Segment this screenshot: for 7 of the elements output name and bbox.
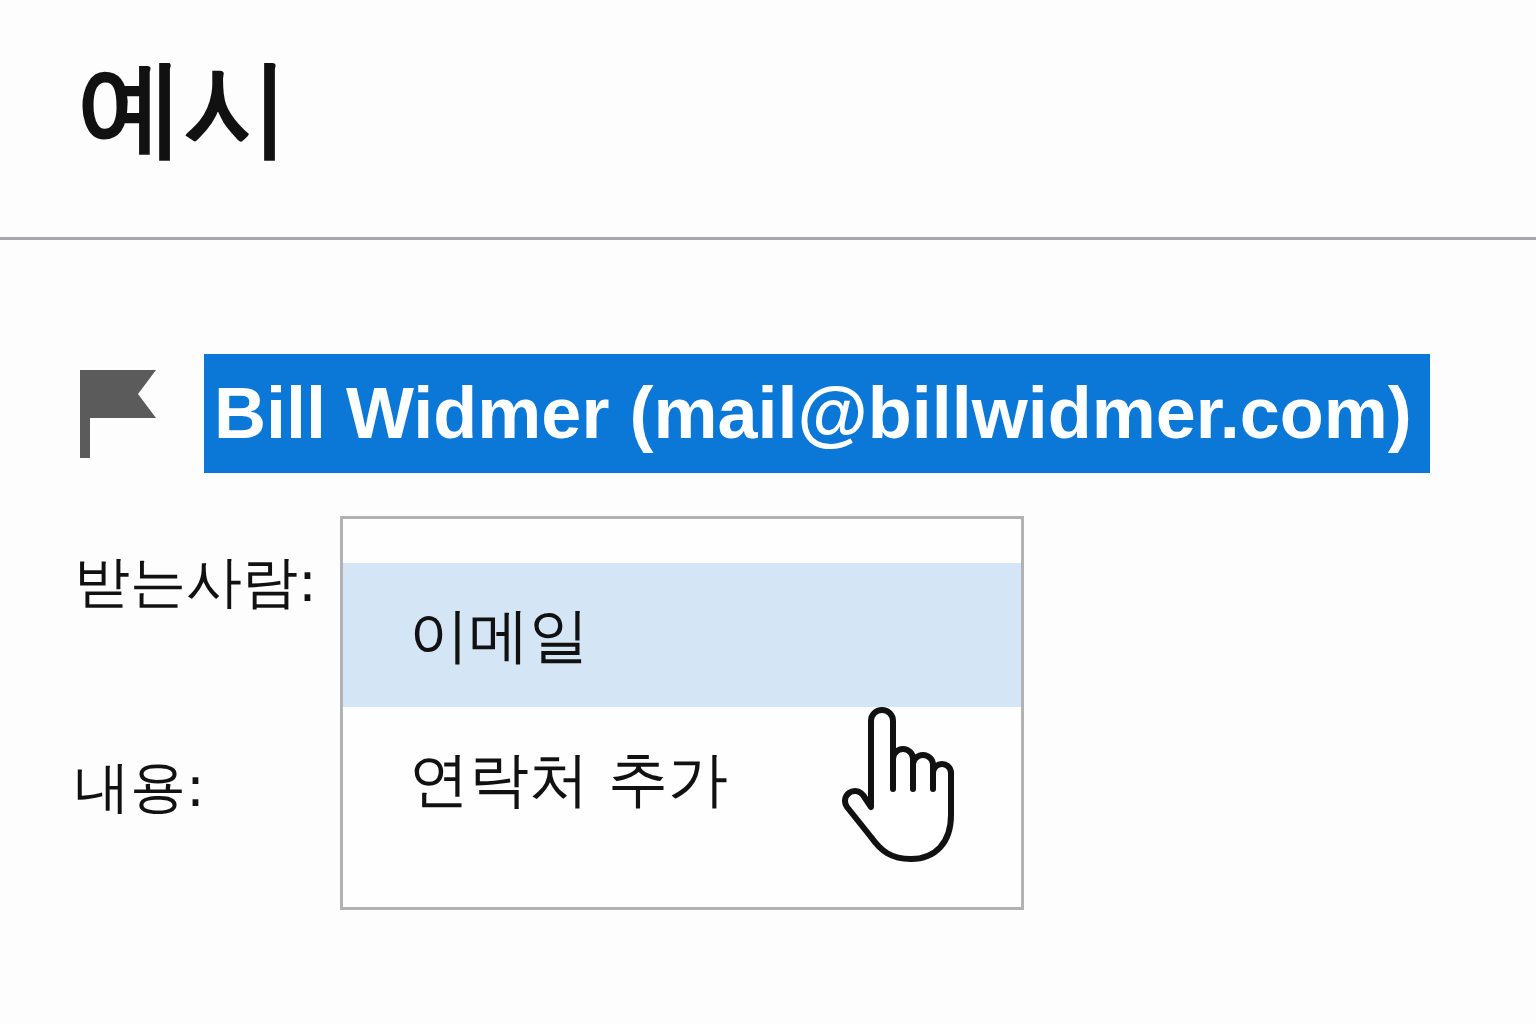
field-label: 받는사람: [74,548,317,616]
field-label: 내용: [74,753,205,821]
page-title: 예시 [78,45,290,171]
flag-icon [80,369,156,458]
menu-item[interactable]: 연락처 추가 [343,707,1021,851]
sender-name: Bill Widmer (mail@billwidmer.com) [204,354,1430,473]
menu-item[interactable]: 이메일 [343,563,1021,707]
